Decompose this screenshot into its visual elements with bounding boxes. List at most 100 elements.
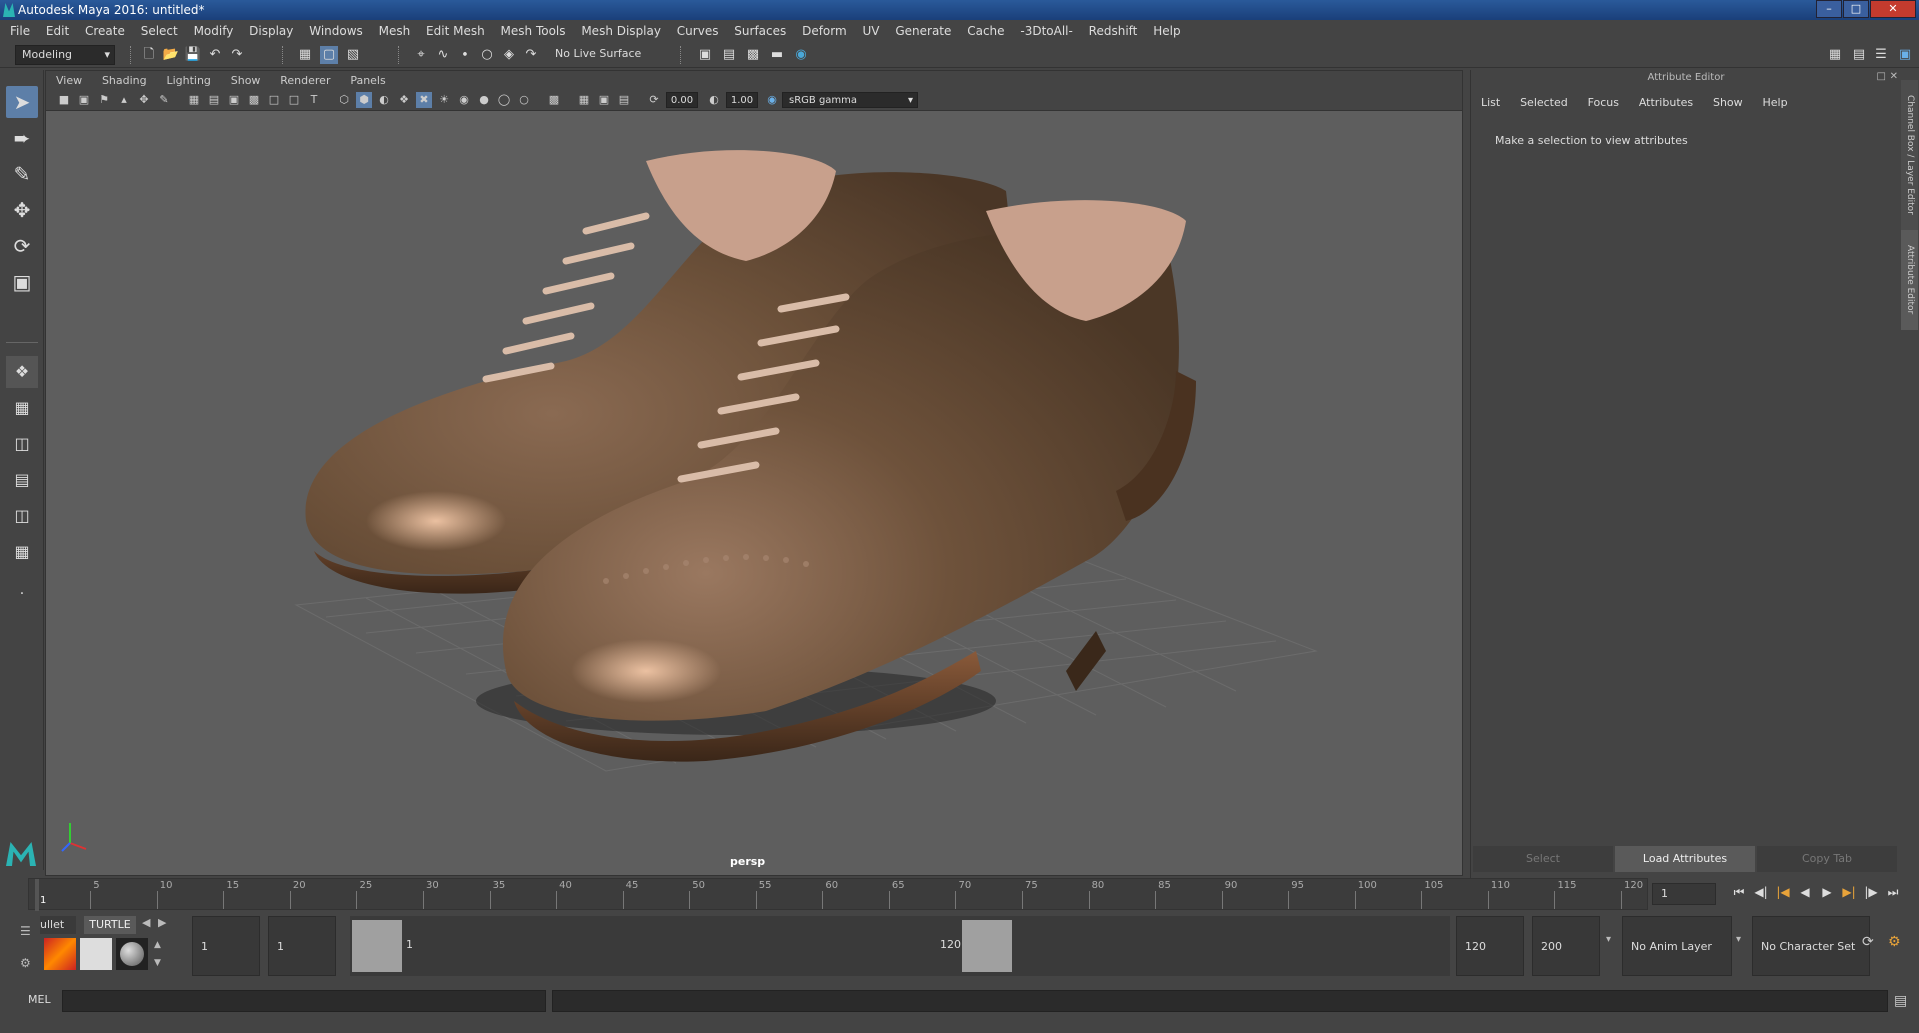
menu-display[interactable]: Display [249,24,293,38]
menu-set-dropdown[interactable]: Modeling ▾ [15,45,115,65]
bookmark-icon[interactable]: ⚑ [96,92,112,108]
step-forward-frame-icon[interactable]: ▶| [1840,883,1858,901]
motion-blur-icon[interactable]: ● [476,92,492,108]
anim-layer-chevron-icon[interactable]: ▾ [1736,934,1741,945]
shelf-item-sphere-icon[interactable] [116,938,148,970]
vp-menu-show[interactable]: Show [231,74,261,87]
command-input[interactable] [62,990,546,1012]
grid-icon[interactable]: ▦ [186,92,202,108]
xray-icon[interactable]: ▦ [576,92,592,108]
select-tool-icon[interactable]: ➤ [6,86,38,118]
layout-icon[interactable]: ▤ [1850,46,1868,64]
persp-outliner-icon[interactable]: ◫ [6,428,38,460]
exposure-icon[interactable]: ⟳ [646,92,662,108]
play-backward-icon[interactable]: ◀ [1796,883,1814,901]
menu-help[interactable]: Help [1153,24,1180,38]
time-ruler[interactable]: 1 5 10 15 20 25 30 35 40 45 50 55 60 65 70 75 80 85 90 95 10… [28,878,1648,911]
select-hierarchy-icon[interactable]: ▦ [296,46,314,64]
new-scene-icon[interactable]: 🗋 [140,46,158,64]
copy-tab-button[interactable]: Copy Tab [1757,846,1897,872]
menu-select[interactable]: Select [141,24,178,38]
wireframe-icon[interactable]: ⬡ [336,92,352,108]
color-management-icon[interactable]: ◉ [764,92,780,108]
menu-mesh-display[interactable]: Mesh Display [581,24,661,38]
animation-start-field[interactable]: 1 [192,916,260,976]
script-editor-icon[interactable]: ▤ [1894,993,1907,1009]
ae-menu-show[interactable]: Show [1713,96,1743,109]
menu-generate[interactable]: Generate [895,24,951,38]
rotate-tool-icon[interactable]: ⟳ [6,230,38,262]
render-view-icon[interactable]: ▤ [720,46,738,64]
go-to-start-icon[interactable]: ⏮ [1730,883,1748,901]
snap-view-icon[interactable]: ○ [478,46,496,64]
save-scene-icon[interactable]: 💾 [184,46,202,64]
step-forward-key-icon[interactable]: |▶ [1862,883,1880,901]
shelf-tab-bullet[interactable]: ullet [40,916,76,934]
range-start-handle[interactable] [352,920,402,972]
vp-menu-renderer[interactable]: Renderer [280,74,330,87]
custom-layout-icon[interactable]: ▦ [6,536,38,568]
ae-menu-list[interactable]: List [1481,96,1500,109]
menu-mesh[interactable]: Mesh [379,24,411,38]
shelf-scroll-right-icon[interactable]: ▶ [158,916,166,929]
tab-channel-box[interactable]: Channel Box / Layer Editor [1901,80,1918,230]
four-view-icon[interactable]: ▦ [6,392,38,424]
single-view-icon[interactable]: ❖ [6,356,38,388]
vp-menu-panels[interactable]: Panels [350,74,385,87]
film-gate-icon[interactable]: ▤ [206,92,222,108]
auto-key-icon[interactable]: ⟳ [1862,934,1874,950]
more-layouts-icon[interactable]: · [6,578,38,610]
step-back-key-icon[interactable]: ◀| [1752,883,1770,901]
menu-edit[interactable]: Edit [46,24,69,38]
camera-attributes-icon[interactable]: ▣ [76,92,92,108]
ae-menu-selected[interactable]: Selected [1520,96,1568,109]
shelf-item-render-icon[interactable] [80,938,112,970]
menu-mesh-tools[interactable]: Mesh Tools [501,24,566,38]
menu-curves[interactable]: Curves [677,24,719,38]
snap-vertex-icon[interactable]: ↷ [522,46,540,64]
menu-edit-mesh[interactable]: Edit Mesh [426,24,485,38]
menu-file[interactable]: File [10,24,30,38]
exposure-field[interactable]: 0.00 [666,92,698,108]
shelf-item-fire-icon[interactable] [44,938,76,970]
play-forward-icon[interactable]: ▶ [1818,883,1836,901]
menu-cache[interactable]: Cache [967,24,1004,38]
menu-3dtoall[interactable]: -3DtoAll- [1020,24,1072,38]
maximize-button[interactable]: □ [1843,0,1869,18]
anim-preferences-icon[interactable]: ⚙ [1888,934,1901,950]
render-settings-icon[interactable]: ▣ [696,46,714,64]
ipr-render-icon[interactable]: ▬ [768,46,786,64]
character-set-dropdown[interactable]: No Character Set [1752,916,1870,976]
step-back-frame-icon[interactable]: |◀ [1774,883,1792,901]
playback-end-field[interactable]: 120 [1456,916,1524,976]
anim-end-chevron-icon[interactable]: ▾ [1606,934,1611,945]
ae-menu-help[interactable]: Help [1762,96,1787,109]
menu-redshift[interactable]: Redshift [1089,24,1138,38]
gamma-field[interactable]: 1.00 [726,92,758,108]
range-slider-track[interactable]: 1 120 [350,916,1450,976]
persp-graph-icon[interactable]: ▤ [6,464,38,496]
snap-grid-icon[interactable]: ⌖ [412,46,430,64]
close-button[interactable]: ✕ [1870,0,1916,18]
use-all-lights-icon[interactable]: ✖ [416,92,432,108]
select-button[interactable]: Select [1473,846,1613,872]
viewport-panel[interactable]: View Shading Lighting Show Renderer Pane… [45,70,1463,876]
workspace-icon[interactable]: ▦ [1826,46,1844,64]
menu-windows[interactable]: Windows [309,24,363,38]
hypershade-layout-icon[interactable]: ◫ [6,500,38,532]
safe-action-icon[interactable]: □ [286,92,302,108]
smooth-shade-icon[interactable]: ⬢ [356,92,372,108]
go-to-end-icon[interactable]: ⏭ [1884,883,1902,901]
close-panel-icon[interactable]: ✕ [1890,71,1898,82]
grease-pencil-icon[interactable]: ✎ [156,92,172,108]
vp-menu-shading[interactable]: Shading [102,74,147,87]
ae-menu-attributes[interactable]: Attributes [1639,96,1693,109]
menu-create[interactable]: Create [85,24,125,38]
minimize-button[interactable]: – [1816,0,1842,18]
ae-menu-focus[interactable]: Focus [1588,96,1619,109]
menu-uv[interactable]: UV [863,24,880,38]
menu-deform[interactable]: Deform [802,24,847,38]
textured-icon[interactable]: ❖ [396,92,412,108]
scale-tool-icon[interactable]: ▣ [6,266,38,298]
float-panel-icon[interactable]: □ [1877,71,1886,82]
